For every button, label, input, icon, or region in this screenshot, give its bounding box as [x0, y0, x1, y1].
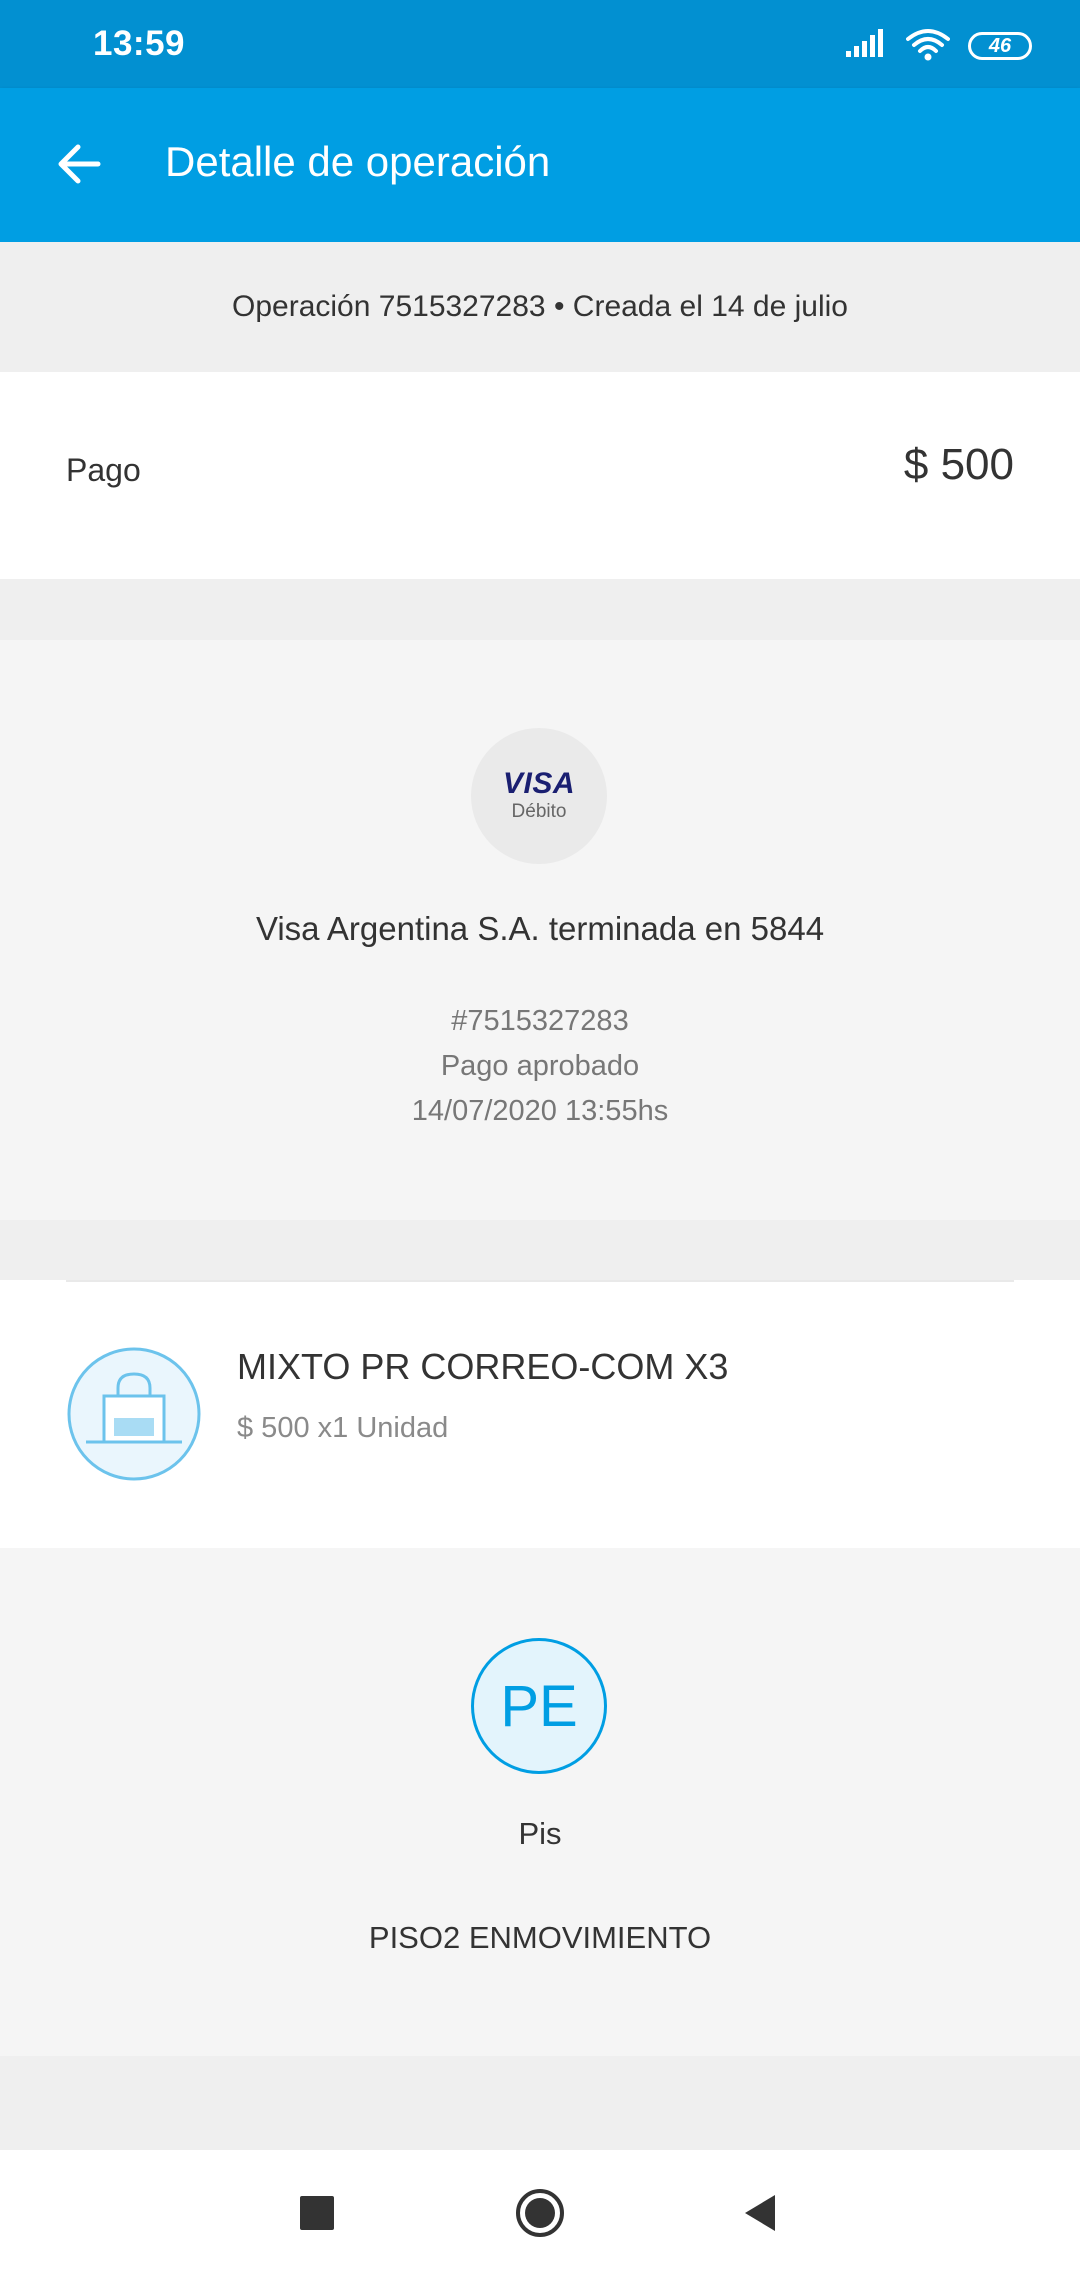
- recents-icon: [299, 2195, 335, 2236]
- arrow-left-icon: [54, 140, 102, 193]
- payment-method-section: VISA Débito Visa Argentina S.A. terminad…: [0, 640, 1080, 1220]
- item-detail: $ 500 x1 Unidad: [237, 1412, 449, 1444]
- page-title: Detalle de operación: [165, 138, 551, 185]
- system-navigation-bar: [0, 2150, 1080, 2280]
- card-brand: VISA: [502, 767, 576, 800]
- status-time: 13:59: [93, 24, 186, 63]
- payment-datetime: 14/07/2020 13:55hs: [411, 1095, 669, 1127]
- divider: [66, 1280, 1014, 1282]
- visa-debit-logo: VISA Débito: [471, 728, 607, 864]
- card-type: Débito: [511, 801, 567, 822]
- operation-number: #7515327283: [451, 1005, 629, 1037]
- card-name: Visa Argentina S.A. terminada en 5844: [255, 910, 825, 947]
- seller-avatar: PE: [471, 1638, 607, 1774]
- item-title: MIXTO PR CORREO-COM X3: [237, 1346, 729, 1387]
- payment-amount: $ 500: [903, 440, 1014, 489]
- recents-button[interactable]: [282, 2180, 352, 2250]
- item-row: MIXTO PR CORREO-COM X3 $ 500 x1 Unidad: [0, 1280, 1080, 1548]
- back-nav-button[interactable]: [726, 2180, 796, 2250]
- shopping-bag-icon: [66, 1346, 202, 1482]
- payment-label: Pago: [66, 452, 141, 488]
- battery-level: 46: [988, 34, 1012, 57]
- seller-section: PE Pis PISO2 ENMOVIMIENTO: [0, 1548, 1080, 2056]
- battery-icon: 46: [968, 32, 1032, 60]
- status-icons: 46: [846, 26, 1032, 66]
- app-bar: Detalle de operación: [0, 88, 1080, 242]
- signal-icon: [846, 28, 888, 64]
- home-icon: [514, 2187, 566, 2244]
- payment-status: Pago aprobado: [440, 1050, 640, 1082]
- payment-card: Pago $ 500: [0, 372, 1080, 579]
- home-button[interactable]: [505, 2180, 575, 2250]
- wifi-icon: [906, 27, 950, 66]
- status-bar: 13:59 46: [0, 0, 1080, 88]
- seller-description: PISO2 ENMOVIMIENTO: [368, 1920, 712, 1955]
- seller-name: Pis: [518, 1816, 562, 1851]
- operation-summary: Operación 7515327283 • Creada el 14 de j…: [0, 242, 1080, 372]
- back-triangle-icon: [741, 2193, 781, 2238]
- back-button[interactable]: [40, 128, 116, 204]
